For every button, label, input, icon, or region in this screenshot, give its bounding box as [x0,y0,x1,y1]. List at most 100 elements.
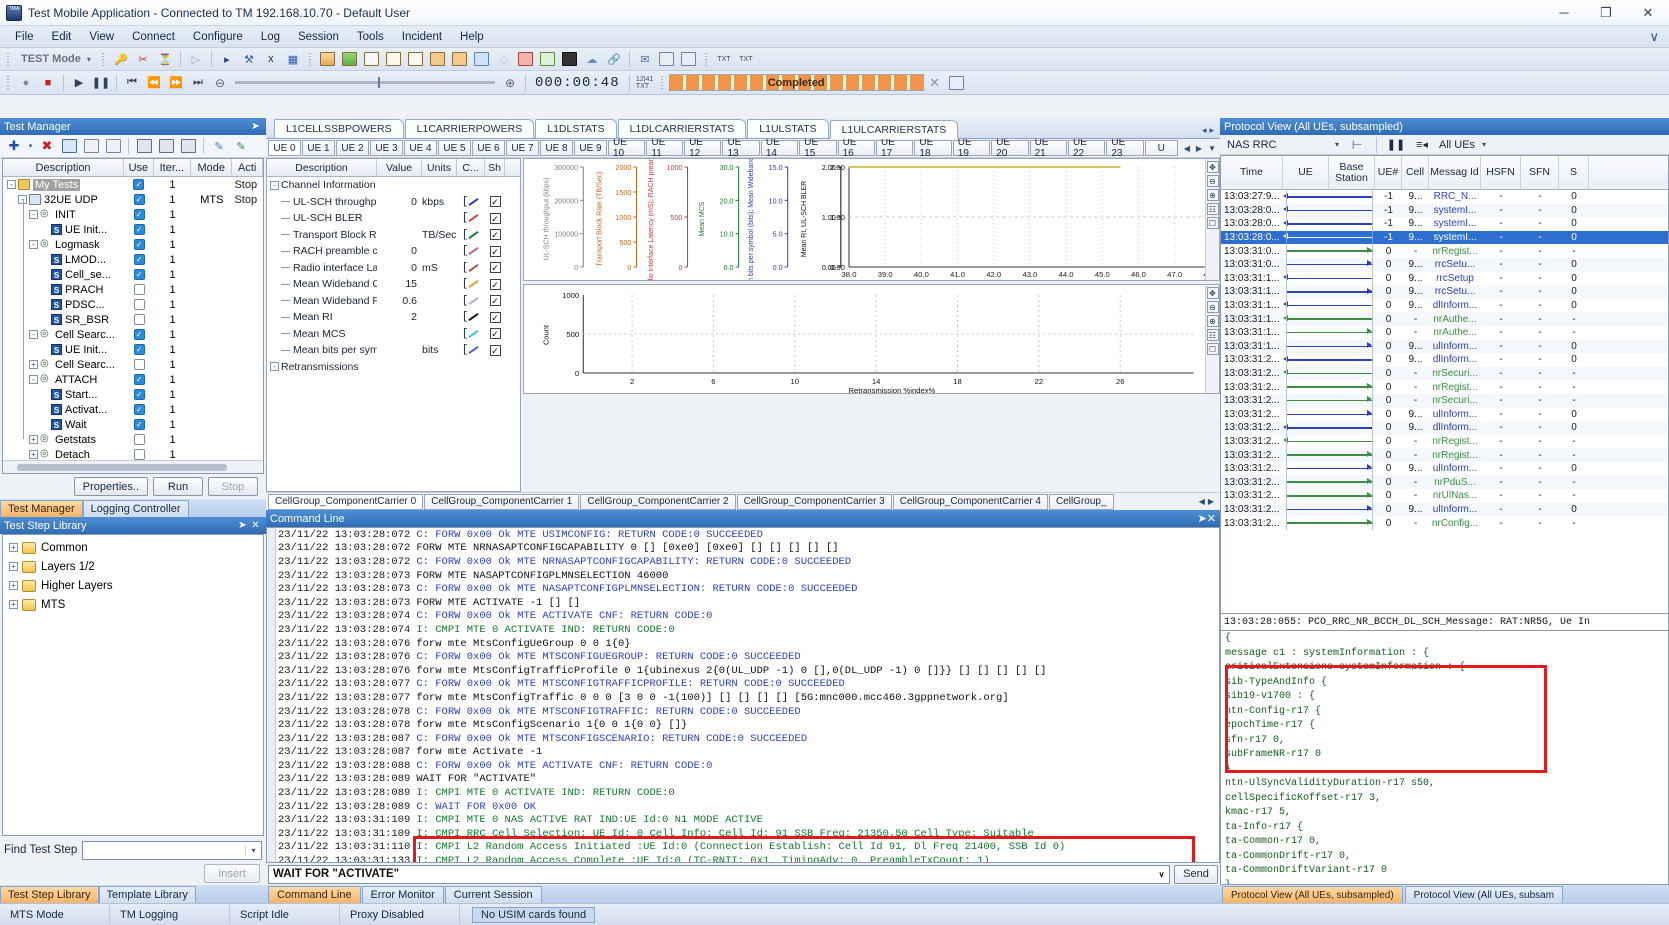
txt-left-icon[interactable]: TXT [714,50,734,69]
tab-test-manager[interactable]: Test Manager [0,500,83,517]
tree-twisty[interactable]: + [29,435,38,444]
phone-icon[interactable] [384,50,404,69]
add-test-icon[interactable]: ✚ [4,137,24,156]
stats-tab-nav[interactable]: ◂ ▸ [1202,125,1220,138]
ue-selector-label[interactable]: All UEs [1437,139,1475,151]
toolbar-grip-2[interactable] [99,50,107,68]
series-color-swatch[interactable]: [ [457,196,485,208]
menu-help[interactable]: Help [451,29,493,45]
paint-green-icon[interactable]: ✎ [231,137,251,156]
command-line-log[interactable]: 23/11/22 13:03:28:072 C: FORW 0x00 Ok MTE… [266,527,1220,863]
protocol-row[interactable]: 13:03:31:2... 0 9... dlInform... - - 0 [1221,353,1668,367]
stats-grid-body[interactable]: - Channel Information UL-SCH throughput 0 kb… [267,177,520,491]
protocol-detail-body[interactable]: { message c1 : systemInformation : { cri… [1220,630,1669,885]
use-checkbox[interactable]: ✓ [133,344,145,355]
plug-icon[interactable]: ✂ [133,50,153,69]
expand-icon[interactable]: + [9,543,18,552]
building-icon[interactable]: ▦ [283,50,303,69]
progress-window-icon[interactable] [947,73,967,92]
properties-icon[interactable] [59,137,79,156]
series-color-swatch[interactable]: [ [457,245,485,257]
test-tree-row[interactable]: - My Tests ✓ 1 Stop [3,177,263,192]
show-checkbox[interactable]: ✓ [489,245,501,257]
test-tree-row[interactable]: S Cell_se... ✓ 1 [3,267,263,282]
show-checkbox[interactable]: ✓ [489,278,501,290]
tab-test-step-library[interactable]: Test Step Library [0,886,99,903]
ue-tab-ue-6[interactable]: UE 6 [472,140,505,156]
chart2-tools[interactable]: ✥ ⊖ ⊕ ☷ ☐ [1205,285,1219,393]
protocol-row[interactable]: 13:03:31:2... 0 9... ulInform... - - 0 [1221,461,1668,476]
paint-icon[interactable]: ✎ [209,137,229,156]
menu-connect[interactable]: Connect [123,29,184,45]
show-checkbox[interactable]: ✓ [489,229,501,241]
use-checkbox[interactable]: ✓ [133,194,145,205]
stats-tab-prev-icon[interactable]: ◂ [1202,125,1207,136]
test-tree-row[interactable]: - ◎ Logmask ✓ 1 [3,237,263,252]
use-checkbox[interactable]: ✓ [133,254,145,265]
copy-chart2-icon[interactable]: ☷ [1206,329,1219,341]
test-tree-row[interactable]: S PRACH 1 [3,282,263,297]
save-chart2-icon[interactable]: ☐ [1206,343,1219,355]
toolbar-grip-4[interactable] [702,50,710,68]
ue-list-icon[interactable]: ▼ [1206,144,1218,153]
protocol-row[interactable]: 13:03:31:2... 0 - nrConfig... - - - [1221,516,1668,530]
cellgroup-tab[interactable]: CellGroup_ComponentCarrier 4 [892,493,1048,510]
command-line-close-icon[interactable]: ✕ [1207,512,1216,525]
stats-tab-l1ulcarrierstats[interactable]: L1ULCARRIERSTATS [829,120,959,139]
menu-session[interactable]: Session [289,29,348,45]
script-icon[interactable] [103,137,123,156]
ue-tab-ue-0[interactable]: UE 0 [268,140,301,156]
test-tree-row[interactable]: S PDSC... 1 [3,297,263,312]
menu-log[interactable]: Log [252,29,289,45]
protocol-row[interactable]: 13:03:31:0... 0 - nrRegist... - - - [1221,244,1668,258]
book-red-icon[interactable] [516,50,536,69]
protocol-row[interactable]: 13:03:31:2... 0 - nrSecuri... - - - [1221,393,1668,408]
zoom-out-chart-icon[interactable]: ⊖ [1206,175,1219,187]
protocol-row[interactable]: 13:03:31:2... 0 - nrUlNas... - - - [1221,489,1668,503]
multi-axis-chart[interactable]: 0 100000 200000 300000 UL-SCH throughput (kb… [523,158,1220,281]
protocol-row[interactable]: 13:03:31:2... 0 - nrRegist... - - - [1221,380,1668,394]
ue-tab-ue-4[interactable]: UE 4 [404,140,437,156]
save-icon[interactable] [134,137,154,156]
ue-tab-ue-18[interactable]: UE 18 [914,139,952,157]
grid-icon[interactable] [560,50,580,69]
ue-tab-ue-12[interactable]: UE 12 [684,139,722,157]
play-button-icon[interactable]: ▶ [69,73,89,92]
marker-icon[interactable]: ▸ [217,50,237,69]
tree-twisty[interactable]: - [29,210,38,219]
ue-tab-ue-15[interactable]: UE 15 [799,139,837,157]
tab-protocol-view-1[interactable]: Protocol View (All UEs, subsampled) [1222,886,1403,903]
menu-edit[interactable]: Edit [43,29,81,45]
ue-tab-ue-2[interactable]: UE 2 [336,140,369,156]
tree-twisty[interactable]: + [29,450,38,459]
save-all-icon[interactable] [178,137,198,156]
use-checkbox[interactable]: ✓ [133,419,145,430]
tree-twisty[interactable]: + [29,360,38,369]
progress-grip[interactable] [658,74,666,91]
protocol-filter-caret-icon[interactable]: ▾ [1335,140,1342,149]
use-checkbox[interactable]: ✓ [133,239,145,250]
find-test-step-input[interactable]: ▾ [82,840,262,860]
tab-command-line[interactable]: Command Line [268,886,361,903]
stats-row[interactable]: RACH preamble co... 0 [✓ [267,243,520,260]
ue-tab-ue-7[interactable]: UE 7 [506,140,539,156]
test-tree-row[interactable]: S UE Init... ✓ 1 [3,342,263,357]
chart1-tools[interactable]: ✥ ⊖ ⊕ ☷ ☐ [1205,159,1219,280]
stats-tab-l1dlstats[interactable]: L1DLSTATS [535,119,617,138]
show-checkbox[interactable]: ✓ [489,328,501,340]
test-tree-row[interactable]: S Start... ✓ 1 [3,387,263,402]
cellgroup-tab-nav[interactable]: ◀ ▶ [1199,497,1218,506]
stats-tab-l1cellssbpowers[interactable]: L1CELLSSBPOWERS [274,119,404,138]
tree-twisty[interactable]: - [7,180,16,189]
protocol-row[interactable]: 13:03:31:2... 0 9... dlInform... - - 0 [1221,421,1668,435]
graph-icon[interactable] [340,50,360,69]
tag-green-icon[interactable] [450,50,470,69]
ue-tab-ue-9[interactable]: UE 9 [574,140,607,156]
use-checkbox[interactable] [133,449,145,460]
stats-tab-l1carrierpowers[interactable]: L1CARRIERPOWERS [404,119,535,138]
stats-tab-l1dlcarrierstats[interactable]: L1DLCARRIERSTATS [617,119,747,138]
ue-tab-ue-17[interactable]: UE 17 [876,139,914,157]
test-tree-row[interactable]: - ◎ INIT ✓ 1 [3,207,263,222]
run-button[interactable]: Run [153,477,203,496]
protocol-row[interactable]: 13:03:31:0... 0 9... rrcSetu... - - 0 [1221,257,1668,272]
